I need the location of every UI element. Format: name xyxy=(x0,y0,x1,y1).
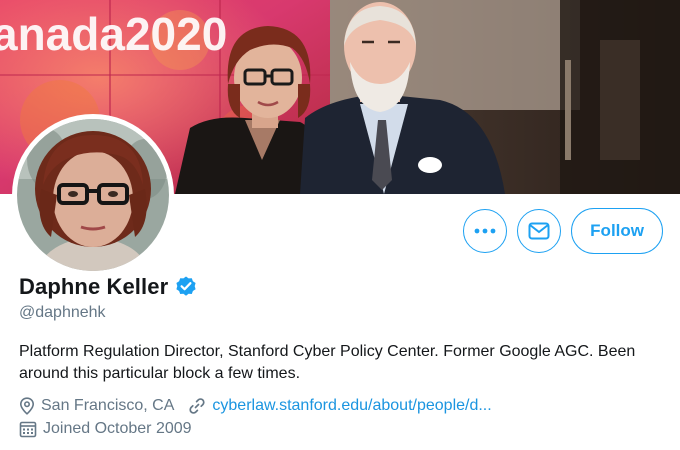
verified-badge-icon xyxy=(176,276,196,296)
more-dots-icon xyxy=(474,228,496,234)
joined-text: Joined October 2009 xyxy=(43,420,192,437)
more-button[interactable] xyxy=(463,209,508,253)
location-text: San Francisco, CA xyxy=(41,397,175,414)
banner-sign-text: anada2020 xyxy=(0,8,227,60)
profile-meta-row: San Francisco, CA cyberlaw.stanford.edu/… xyxy=(19,397,492,415)
follow-button[interactable]: Follow xyxy=(571,208,663,254)
profile-actions: Follow xyxy=(463,208,663,254)
website-item: cyberlaw.stanford.edu/about/people/d... xyxy=(188,397,492,415)
link-icon xyxy=(189,398,205,414)
location-pin-icon xyxy=(19,397,35,415)
location-item: San Francisco, CA xyxy=(19,397,174,415)
twitter-profile-page: anada2020 Follow Daphne Keller @daphnehk… xyxy=(0,0,680,450)
profile-avatar[interactable] xyxy=(12,114,174,276)
website-link[interactable]: cyberlaw.stanford.edu/about/people/d... xyxy=(212,397,491,415)
message-button[interactable] xyxy=(517,209,562,253)
profile-bio: Platform Regulation Director, Stanford C… xyxy=(19,343,636,382)
profile-joined-row: Joined October 2009 xyxy=(19,420,192,438)
profile-handle: @daphnehk xyxy=(19,304,106,321)
calendar-icon xyxy=(19,421,37,438)
joined-item: Joined October 2009 xyxy=(19,420,192,438)
profile-name-row: Daphne Keller xyxy=(19,274,198,300)
envelope-icon xyxy=(528,222,550,240)
profile-name: Daphne Keller xyxy=(19,274,169,299)
